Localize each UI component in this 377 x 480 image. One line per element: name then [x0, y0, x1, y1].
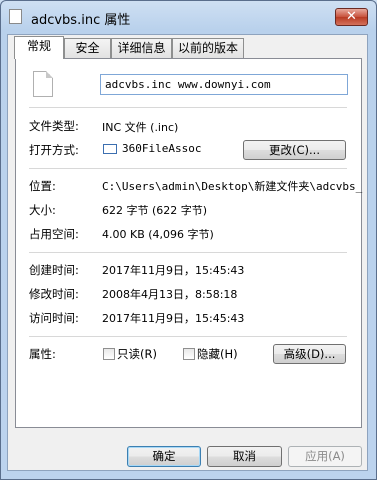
- separator: [29, 107, 347, 108]
- size-value: 622 字节 (622 字节): [102, 204, 208, 217]
- file-name-input[interactable]: adcvbs.inc www.downyi.com: [100, 74, 348, 95]
- file-type-value: INC 文件 (.inc): [102, 121, 179, 134]
- tab-security[interactable]: 安全: [64, 38, 111, 58]
- separator: [29, 252, 347, 253]
- readonly-checkbox[interactable]: [103, 348, 115, 360]
- file-icon: [9, 9, 22, 24]
- general-tab-panel: [15, 58, 362, 428]
- close-button[interactable]: ✕: [335, 8, 368, 26]
- file-type-label: 文件类型:: [29, 119, 79, 133]
- open-with-label: 打开方式:: [29, 143, 79, 157]
- size-on-disk-label: 占用空间:: [29, 227, 79, 241]
- accessed-label: 访问时间:: [29, 311, 79, 325]
- tab-general[interactable]: 常规: [14, 36, 64, 59]
- readonly-label[interactable]: 只读(R): [117, 346, 157, 362]
- separator: [29, 168, 347, 169]
- document-icon: [33, 71, 53, 97]
- cancel-button[interactable]: 取消: [207, 446, 282, 467]
- created-label: 创建时间:: [29, 263, 79, 277]
- tab-previous-versions[interactable]: 以前的版本: [172, 38, 244, 58]
- created-value: 2017年11月9日，15:45:43: [102, 264, 245, 277]
- modified-label: 修改时间:: [29, 287, 79, 301]
- change-button[interactable]: 更改(C)...: [243, 140, 346, 160]
- open-with-value: 360FileAssoc: [122, 142, 202, 155]
- apply-button[interactable]: 应用(A): [288, 446, 362, 467]
- hidden-checkbox[interactable]: [183, 348, 195, 360]
- modified-value: 2008年4月13日，8:58:18: [102, 288, 238, 301]
- application-icon: [103, 144, 117, 154]
- size-on-disk-value: 4.00 KB (4,096 字节): [102, 228, 214, 241]
- hidden-label[interactable]: 隐藏(H): [197, 346, 238, 362]
- location-value: C:\Users\admin\Desktop\新建文件夹\adcvbs_: [102, 180, 363, 193]
- separator: [29, 336, 347, 337]
- location-label: 位置:: [29, 179, 56, 193]
- size-label: 大小:: [29, 203, 56, 217]
- window-title: adcvbs.inc 属性: [31, 13, 131, 28]
- ok-button[interactable]: 确定: [127, 446, 201, 467]
- advanced-button[interactable]: 高级(D)...: [273, 344, 346, 364]
- accessed-value: 2017年11月9日，15:45:43: [102, 312, 245, 325]
- attributes-label: 属性:: [29, 347, 56, 361]
- tab-details[interactable]: 详细信息: [111, 38, 172, 58]
